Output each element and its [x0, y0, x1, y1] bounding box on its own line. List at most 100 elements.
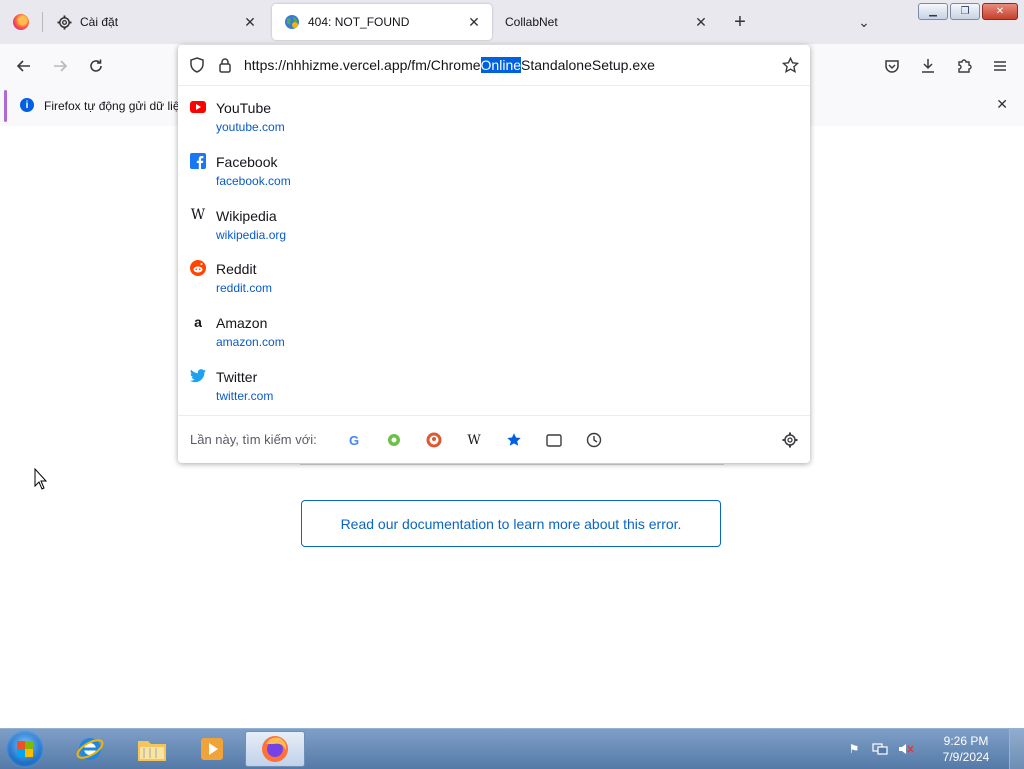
tab-404-not-found[interactable]: 404: NOT_FOUND ✕: [272, 4, 492, 40]
suggestion-reddit[interactable]: Reddit reddit.com: [178, 254, 810, 308]
taskbar-media-player[interactable]: [184, 731, 240, 767]
tab-separator: [42, 12, 43, 32]
url-prefix: https://nhhizme.vercel.app/fm/Chrome: [244, 57, 481, 73]
reload-icon: [90, 59, 102, 72]
back-button[interactable]: [10, 52, 38, 80]
url-suffix: StandaloneSetup.exe: [521, 57, 655, 73]
tab-strip: Cài đặt ✕ 404: NOT_FOUND ✕ CollabNet ✕ +…: [0, 0, 1024, 44]
clock-date: 7/9/2024: [942, 750, 990, 764]
firefox-logo-icon: [13, 14, 29, 30]
tab-title: Cài đặt: [80, 15, 119, 29]
twitter-icon: [190, 368, 206, 384]
documentation-link[interactable]: Read our documentation to learn more abo…: [301, 500, 721, 547]
close-window-button[interactable]: ✕: [982, 3, 1018, 20]
volume-muted-icon[interactable]: [897, 741, 915, 757]
reddit-icon: [190, 260, 206, 277]
suggestion-title: Amazon: [216, 315, 268, 332]
url-input[interactable]: https://nhhizme.vercel.app/fm/ChromeOnli…: [178, 45, 810, 86]
suggestion-title: Facebook: [216, 153, 278, 170]
suggestion-url: wikipedia.org: [216, 227, 287, 242]
puzzle-icon: [958, 59, 972, 73]
list-all-tabs-button[interactable]: ⌄: [852, 10, 876, 34]
search-settings-gear-icon[interactable]: [780, 430, 800, 450]
folder-icon: [138, 741, 166, 761]
urlbar-popup: https://nhhizme.vercel.app/fm/ChromeOnli…: [178, 45, 810, 463]
suggestion-twitter[interactable]: Twitter twitter.com: [178, 362, 810, 416]
action-center-flag-icon[interactable]: ⚑: [845, 741, 863, 757]
notification-accent: [4, 90, 7, 122]
internet-explorer-icon: [76, 738, 104, 760]
firefox-icon: [262, 736, 288, 762]
reload-button[interactable]: [82, 52, 110, 80]
windows-logo-icon: [17, 741, 33, 757]
minimize-button[interactable]: ▁: [918, 3, 948, 20]
amazon-icon: a: [194, 314, 202, 331]
lock-icon[interactable]: [216, 56, 234, 74]
url-selected-text: Online: [480, 57, 522, 73]
forward-button[interactable]: [46, 52, 74, 80]
system-tray: ⚑ 9:26 PM 7/9/2024: [845, 729, 1024, 769]
downloads-button[interactable]: [914, 52, 942, 80]
taskbar: ⚑ 9:26 PM 7/9/2024: [0, 728, 1024, 769]
suggestion-youtube[interactable]: YouTube youtube.com: [178, 93, 810, 147]
suggestion-title: Wikipedia: [216, 207, 277, 224]
download-icon: [922, 59, 934, 73]
close-tab-icon[interactable]: ✕: [466, 14, 482, 30]
hamburger-menu-icon: [994, 61, 1006, 71]
suggestion-url: facebook.com: [216, 173, 291, 188]
media-player-icon: [201, 738, 223, 760]
pocket-button[interactable]: [878, 52, 906, 80]
tab-collabnet[interactable]: CollabNet ✕: [493, 4, 719, 40]
suggestion-url: youtube.com: [216, 120, 285, 134]
suggestion-facebook[interactable]: Facebook facebook.com: [178, 147, 810, 201]
clock[interactable]: 9:26 PM 7/9/2024: [923, 733, 1009, 765]
network-icon[interactable]: [871, 741, 889, 757]
taskbar-internet-explorer[interactable]: [62, 731, 118, 767]
suggestion-url: reddit.com: [216, 281, 273, 296]
firefox-menu-button[interactable]: [0, 0, 42, 44]
taskbar-file-explorer[interactable]: [124, 731, 180, 767]
restore-button[interactable]: ❐: [950, 3, 980, 20]
gear-icon: [56, 14, 72, 30]
wikipedia-icon[interactable]: W: [462, 428, 486, 452]
info-icon: i: [20, 98, 34, 112]
search-with-label: Lần này, tìm kiếm với:: [190, 432, 317, 447]
tabs-icon[interactable]: [542, 428, 566, 452]
pocket-icon: [885, 60, 899, 73]
one-off-search-bar: Lần này, tìm kiếm với: G W: [178, 415, 810, 464]
taskbar-firefox[interactable]: [245, 731, 305, 767]
bookmarks-icon[interactable]: [502, 428, 526, 452]
show-desktop-button[interactable]: [1009, 729, 1024, 769]
shield-icon[interactable]: [188, 56, 206, 74]
suggestion-title: Reddit: [216, 261, 257, 278]
coc-coc-icon[interactable]: [382, 428, 406, 452]
suggestion-list: YouTube youtube.com Facebook facebook.co…: [178, 93, 810, 416]
start-button[interactable]: [6, 730, 44, 768]
url-text: https://nhhizme.vercel.app/fm/ChromeOnli…: [244, 57, 655, 73]
suggestion-url: amazon.com: [216, 335, 285, 350]
google-icon[interactable]: G: [342, 428, 366, 452]
clock-time: 9:26 PM: [943, 734, 989, 748]
extensions-button[interactable]: [950, 52, 978, 80]
arrow-left-icon: [16, 60, 30, 72]
new-tab-button[interactable]: +: [728, 10, 752, 34]
tab-settings[interactable]: Cài đặt ✕: [44, 4, 268, 40]
close-tab-icon[interactable]: ✕: [693, 14, 709, 30]
bookmark-star-icon[interactable]: [780, 55, 800, 75]
youtube-icon: [190, 99, 206, 115]
suggestion-wikipedia[interactable]: W Wikipedia wikipedia.org: [178, 201, 810, 255]
duckduckgo-icon[interactable]: [422, 428, 446, 452]
notification-text: Firefox tự động gửi dữ liệ: [44, 99, 180, 113]
globe-icon: [284, 14, 300, 30]
tab-title: CollabNet: [505, 15, 558, 29]
close-notification-icon[interactable]: ✕: [996, 96, 1008, 113]
app-menu-button[interactable]: [986, 52, 1014, 80]
history-icon[interactable]: [582, 428, 606, 452]
wikipedia-icon: W: [190, 206, 206, 223]
close-tab-icon[interactable]: ✕: [242, 14, 258, 30]
window-controls: ▁ ❐ ✕: [918, 3, 1018, 20]
suggestion-url: twitter.com: [216, 388, 274, 403]
tab-title: 404: NOT_FOUND: [308, 15, 410, 29]
suggestion-amazon[interactable]: a Amazon amazon.com: [178, 308, 810, 362]
suggestion-title: YouTube: [216, 100, 272, 116]
